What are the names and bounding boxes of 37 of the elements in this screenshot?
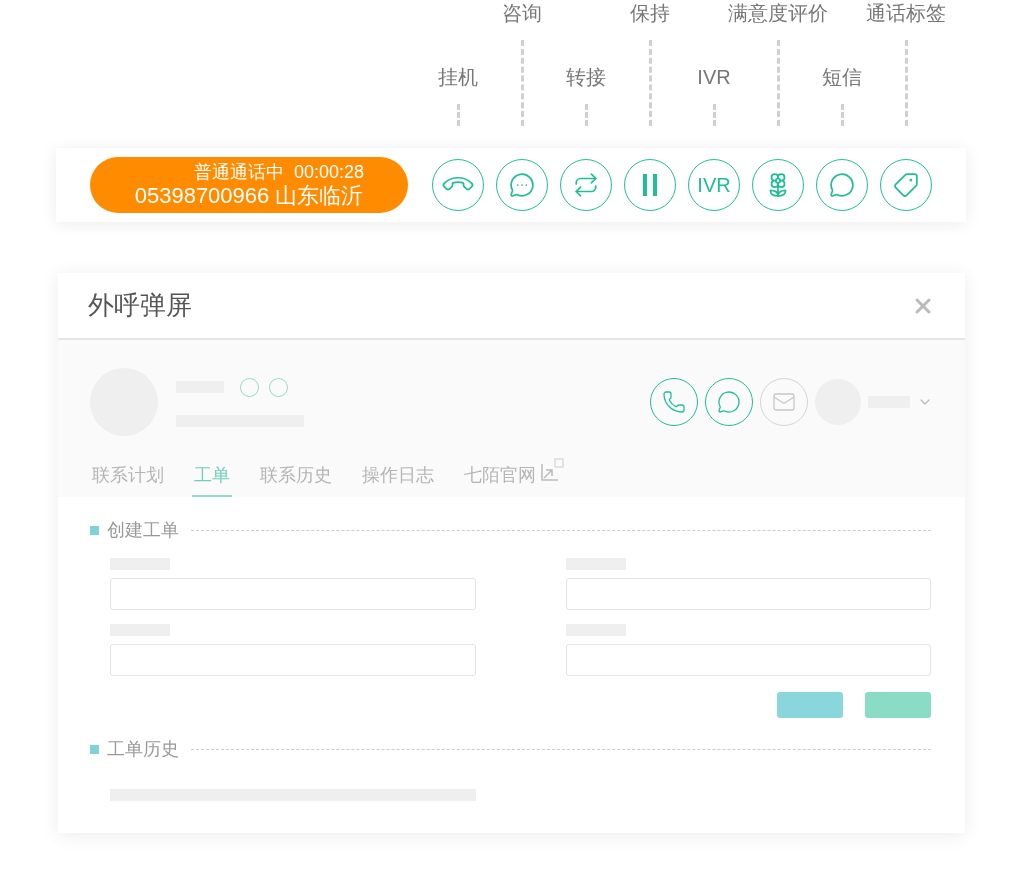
action-label: 挂机 — [438, 65, 478, 90]
chat-bubble-icon — [717, 390, 741, 414]
message-icon — [829, 172, 855, 198]
call-timer: 00:00:28 — [293, 161, 365, 183]
tab[interactable]: 七陌官网 — [462, 462, 566, 497]
input-field[interactable] — [565, 578, 931, 610]
section-title: 工单历史 — [107, 738, 179, 761]
section-title: 创建工单 — [107, 519, 179, 542]
external-link-icon[interactable] — [540, 458, 564, 482]
action-label: 转接 — [566, 65, 606, 90]
call-status: 普通通话中 — [193, 161, 284, 183]
tab[interactable]: 操作日志 — [360, 462, 436, 497]
input-field[interactable] — [110, 578, 476, 610]
mail-icon — [772, 390, 796, 414]
caller-location: 山东临沂 — [275, 183, 364, 209]
action-button[interactable] — [865, 692, 931, 718]
action-label: 保持 — [630, 1, 670, 26]
pause-icon — [641, 173, 659, 197]
dialog-title: 外呼弹屏 — [88, 289, 192, 322]
action-label: 短信 — [822, 65, 862, 90]
tab[interactable]: 工单 — [192, 462, 232, 497]
chat-bubble-icon — [509, 172, 535, 198]
section-marker — [90, 745, 99, 754]
input-field[interactable] — [110, 644, 476, 676]
action-label: 满意度评价 — [728, 1, 828, 26]
action-label: IVR — [697, 65, 731, 90]
action-button[interactable] — [777, 692, 843, 718]
input-field[interactable] — [565, 644, 931, 676]
tab[interactable]: 联系计划 — [90, 462, 166, 497]
phone-icon — [662, 390, 686, 414]
tag-icon — [893, 172, 919, 198]
action-label: 通话标签 — [866, 1, 946, 26]
phone-number: 05398700966 — [134, 183, 270, 209]
tab[interactable]: 联系历史 — [258, 462, 334, 497]
transfer-arrows-icon — [573, 172, 599, 198]
action-label: 咨询 — [502, 1, 542, 26]
section-marker — [90, 526, 99, 535]
